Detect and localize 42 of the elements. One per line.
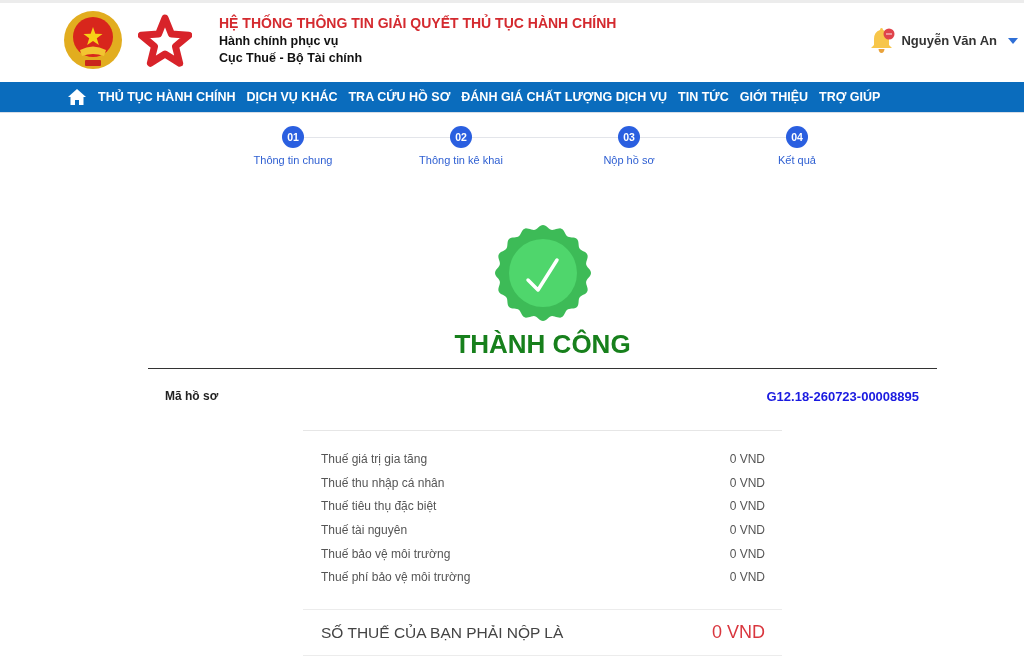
nav-item[interactable]: TRỢ GIÚP <box>819 90 881 104</box>
tax-amount: 0 VND <box>729 451 765 466</box>
nav-item[interactable]: GIỚI THIỆU <box>739 90 809 104</box>
step-label: Kết quả <box>778 153 816 167</box>
tax-amount: 0 VND <box>729 499 765 514</box>
nav-item[interactable]: THỦ TỤC HÀNH CHÍNH <box>98 90 236 104</box>
header-subtitle: Cục Thuế - Bộ Tài chính <box>219 49 364 67</box>
system-title: HỆ THỐNG THÔNG TIN GIẢI QUYẾT THỦ TỤC HÀNH CHÍNH <box>219 13 617 33</box>
total-amount: 0 VND <box>712 622 765 644</box>
total-label: SỐ THUẾ CỦA BẠN PHẢI NỘP LÀ <box>321 623 564 642</box>
tax-amount: 0 VND <box>729 546 765 561</box>
check-badge-icon <box>494 225 591 321</box>
tax-name: Thuế tài nguyên <box>321 522 408 537</box>
emblem-logo <box>63 9 123 70</box>
step-label: Thông tin chung <box>253 153 333 167</box>
star-logo <box>138 12 192 69</box>
caret-icon[interactable] <box>1008 37 1018 44</box>
tax-amount: 0 VND <box>729 570 765 585</box>
step-number: 04 <box>786 126 808 148</box>
tax-amount: 0 VND <box>729 522 765 537</box>
step-label: Nộp hồ sơ <box>603 153 655 167</box>
step-label: Thông tin kê khai <box>419 153 503 167</box>
tax-name: Thuế phí bảo vệ môi trường <box>321 570 471 585</box>
step-number: 01 <box>282 126 304 148</box>
user-name[interactable]: Nguyễn Văn An <box>901 33 997 48</box>
tax-name: Thuế bảo vệ môi trường <box>321 546 451 561</box>
nav-item[interactable]: TIN TỨC <box>678 90 729 104</box>
nav-item[interactable]: DỊCH VỤ KHÁC <box>246 90 338 104</box>
nav-item[interactable]: TRA CỨU HỒ SƠ <box>348 90 451 104</box>
tax-amount: 0 VND <box>729 475 765 490</box>
home-icon[interactable] <box>68 89 86 105</box>
step-number: 02 <box>450 126 472 148</box>
step-number: 03 <box>618 126 640 148</box>
tax-name: Thuế giá trị gia tăng <box>321 451 428 466</box>
tax-name: Thuế tiêu thụ đặc biệt <box>321 499 437 514</box>
record-code: G12.18-260723-00008895 <box>766 388 919 404</box>
record-label: Mã hồ sơ <box>165 389 219 403</box>
header-subtitle: Hành chính phục vụ <box>219 32 340 50</box>
status-title: THÀNH CÔNG <box>454 329 631 359</box>
tax-name: Thuế thu nhập cá nhân <box>321 475 445 490</box>
nav-item[interactable]: ĐÁNH GIÁ CHẤT LƯỢNG DỊCH VỤ <box>461 90 668 104</box>
bell-icon[interactable] <box>869 27 896 54</box>
